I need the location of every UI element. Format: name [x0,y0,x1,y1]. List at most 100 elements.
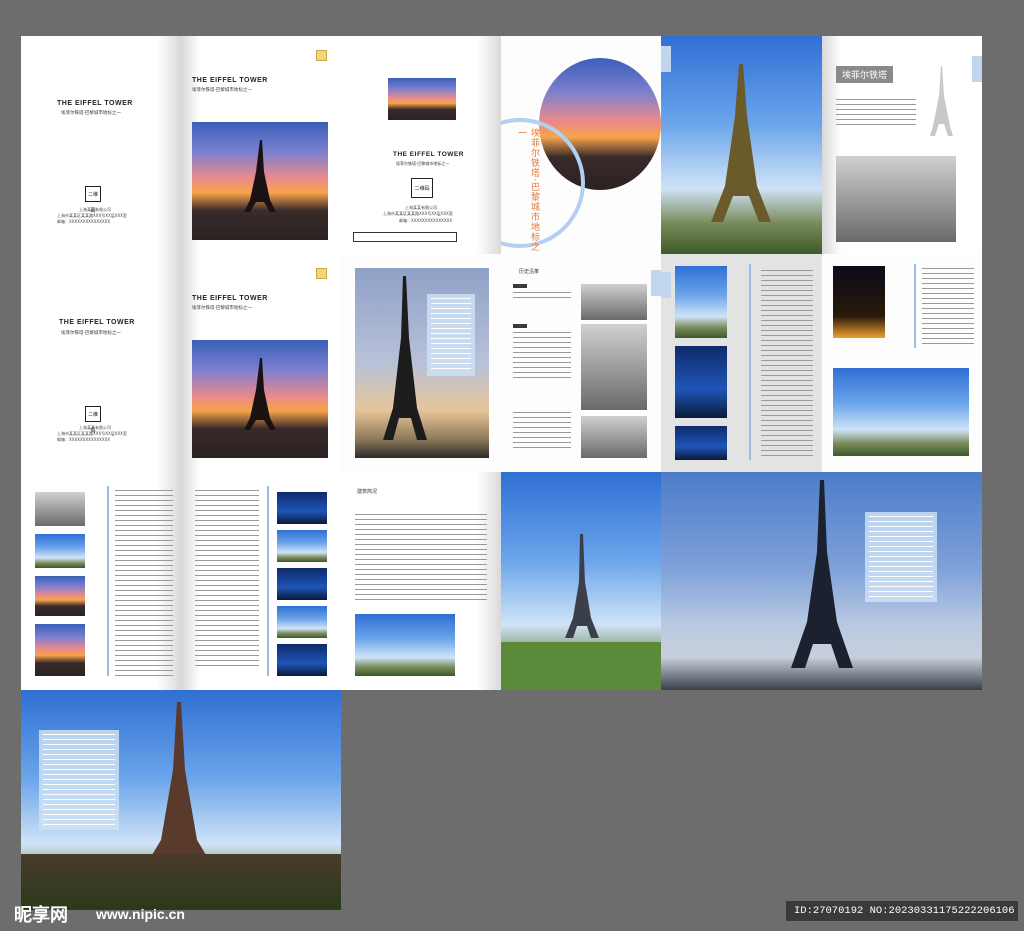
sunset-tower-photo [192,340,328,458]
overlay-text-lines [869,516,933,598]
tower-silhouette [244,358,276,430]
timeline-text [115,490,173,676]
timeline-photo-c [35,576,85,616]
timeline-line [914,264,916,348]
timeline-text [195,490,259,666]
timeline-photo-h [277,606,327,638]
corner-marker [316,268,327,279]
page-cover-front-2: THE EIFFEL TOWER 埃菲尔铁塔·巴黎城市地标之一 [181,254,341,472]
timeline-line [749,264,751,460]
cover-title: THE EIFFEL TOWER [59,319,135,326]
tower-silhouette [244,140,276,212]
page-timeline-c [21,472,181,690]
page-slogan: 埃菲尔铁塔·巴黎城市地标之一 [501,36,661,254]
trees [21,854,341,910]
cover-subtitle: 埃菲尔铁塔·巴黎城市地标之一 [192,88,252,93]
night-tower-photo [833,266,885,338]
page-photo-lawn [501,472,661,690]
intro-text-lines [836,99,916,127]
small-header-photo [388,78,456,120]
page-dusk-photo [341,254,501,472]
cover-title: THE EIFFEL TOWER [57,100,133,107]
company-name: 上海某某有限公司 [79,207,111,212]
timeline-photo-d [35,624,85,676]
company-address: 上海市某某区某某路XXX号XX层XXX室 [57,213,127,218]
company-address: 上海市某某区某某路XXX号XX层XXX室 [57,431,127,436]
timeline-line [267,486,269,676]
cover-subtitle: 埃菲尔铁塔·巴黎城市地标之一 [192,306,252,311]
history-photo-3 [581,416,647,458]
page-timeline-b [822,254,982,472]
timeline-photo-f [277,530,327,562]
page-blue-hour [661,472,982,690]
watermark-url: www.nipic.cn [96,906,185,922]
timeline-photo-g [277,568,327,600]
year-tag [513,284,527,288]
company-email: 邮箱：XXXXXXXXXXXXXXX [57,219,111,224]
company-name: 上海某某有限公司 [405,205,437,210]
inner-title: THE EIFFEL TOWER [393,151,464,158]
inner-subtitle: 埃菲尔铁塔·巴黎城市地标之一 [396,161,450,166]
side-tab [972,56,982,82]
side-tab [661,272,671,298]
page-inner-cover: THE EIFFEL TOWER 埃菲尔铁塔·巴黎城市地标之一 二维码 上海某某… [341,36,501,254]
tower-outline-icon [930,66,953,136]
text-frame [353,232,457,242]
history-photo-2 [581,324,647,410]
history-text-lines [513,412,571,452]
cover-title: THE EIFFEL TOWER [192,295,268,302]
company-email: 邮箱：XXXXXXXXXXXXXXX [399,218,453,223]
corner-marker [316,50,327,61]
lawn [501,642,661,690]
timeline-photo-b [35,534,85,568]
arch-title: 建筑简况 [357,489,378,495]
qr-code: 二维码 [411,178,433,198]
timeline-photo-a [35,492,85,526]
dusk-tower-photo [355,268,489,458]
page-section-title: 埃菲尔铁塔 [822,36,982,254]
page-cover-back: THE EIFFEL TOWER 埃菲尔铁塔·巴黎城市地标之一 二维码 上海某某… [21,36,181,254]
tower-illustration [711,64,771,222]
arch-photo [355,614,455,676]
timeline-text [761,270,813,460]
history-text-lines [513,332,571,378]
cover-subtitle: 埃菲尔铁塔·巴黎城市地标之一 [61,331,121,336]
history-text-lines [513,292,571,302]
watermark-logo: 昵享网 [14,905,68,926]
page-cover-front: THE EIFFEL TOWER 埃菲尔铁塔·巴黎城市地标之一 [181,36,341,254]
section-title-box: 埃菲尔铁塔 [836,66,894,83]
side-tab [651,270,661,296]
timeline-photo-i [277,644,327,676]
year-tag [513,324,527,328]
sunset-tower-photo [192,122,328,240]
bw-tower-photo [836,156,956,242]
qr-code: 二维码 [85,186,101,214]
history-title: 历史沿革 [519,269,540,275]
timeline-photo-e [277,492,327,524]
timeline-photo-1 [675,266,727,338]
page-timeline-d [181,472,341,690]
company-email: 邮箱：XXXXXXXXXXXXXXX [57,437,111,442]
page-photo-clouds [661,36,822,254]
page-timeline-a [661,254,822,472]
flower-tower-photo [833,368,969,456]
qr-code: 二维码 [85,406,101,434]
cover-title: THE EIFFEL TOWER [192,77,268,84]
arch-text-lines [355,514,487,604]
page-architecture: 建筑简况 [341,472,501,690]
timeline-text [922,268,974,348]
page-history: 历史沿革 [501,254,661,472]
page-photo-park [21,690,341,910]
overlay-text-lines [431,298,471,372]
vertical-slogan: 埃菲尔铁塔·巴黎城市地标之一 [516,128,539,252]
page-cover-back-2: THE EIFFEL TOWER 埃菲尔铁塔·巴黎城市地标之一 二维码 上海某某… [21,254,181,472]
company-address: 上海市某某区某某路XXX号XX层XXX室 [383,211,453,216]
timeline-photo-2 [675,346,727,418]
history-photo-1 [581,284,647,320]
overlay-text-lines [43,734,115,826]
image-id: ID:27070192 NO:20230331175222206106 [794,905,1015,917]
cover-subtitle: 埃菲尔铁塔·巴黎城市地标之一 [61,111,121,116]
timeline-photo-3 [675,426,727,460]
timeline-line [107,486,109,676]
company-name: 上海某某有限公司 [79,425,111,430]
